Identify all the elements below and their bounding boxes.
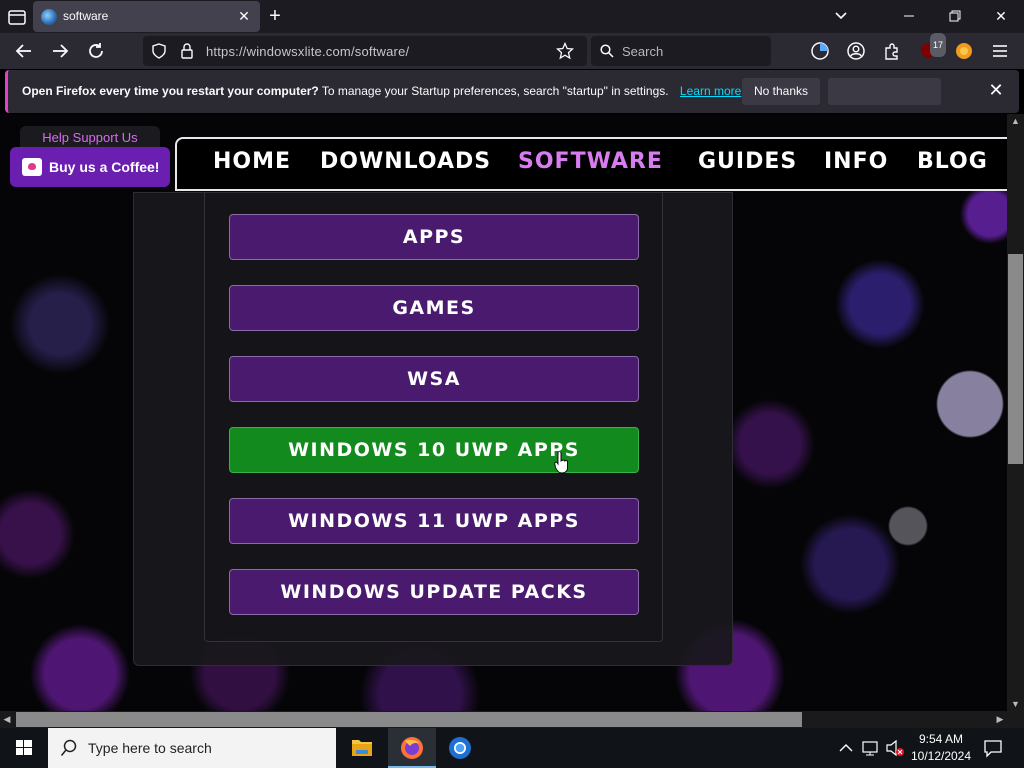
extensions-icon[interactable] [880,39,904,63]
network-icon[interactable] [860,728,882,768]
nav-software[interactable]: SOFTWARE [518,149,663,174]
start-button[interactable] [0,728,48,768]
close-tab-icon[interactable]: ✕ [236,8,252,24]
windows-taskbar: Type here to search 9:54 AM 10/12/2024 [0,728,1024,768]
windows-logo-icon [16,740,32,755]
tab-title: software [63,9,109,23]
notification-message: Open Firefox every time you restart your… [22,84,741,98]
new-tab-button[interactable]: + [264,6,286,28]
horizontal-scroll-thumb[interactable] [16,712,802,727]
clock-time: 9:54 AM [918,732,964,746]
scroll-right-arrow-icon[interactable]: ▶ [993,711,1007,728]
software-panel: APPS GAMES WSA WINDOWS 10 UWP APPS WINDO… [133,192,733,666]
show-hidden-icons-chevron-icon[interactable] [836,728,856,768]
system-clock[interactable]: 9:54 AM 10/12/2024 [906,731,976,765]
site-favicon-icon [41,9,57,25]
scroll-down-arrow-icon[interactable]: ▼ [1007,697,1024,711]
search-icon [600,44,614,58]
nav-downloads[interactable]: DOWNLOADS [320,149,491,174]
bookmark-star-icon[interactable] [556,42,574,60]
volume-muted-icon[interactable] [884,728,906,768]
category-update-packs-button[interactable]: WINDOWS UPDATE PACKS [229,569,639,615]
menu-hamburger-icon[interactable] [988,39,1012,63]
account-icon[interactable] [844,39,868,63]
web-page: Help Support Us Buy us a Coffee! HOME DO… [0,114,1007,711]
scroll-up-arrow-icon[interactable]: ▲ [1007,114,1024,128]
notification-text: To manage your Startup preferences, sear… [321,84,669,98]
taskbar-search-placeholder: Type here to search [88,740,212,756]
category-apps-button[interactable]: APPS [229,214,639,260]
close-notification-icon[interactable]: ✕ [985,79,1007,101]
tab-list-button[interactable] [6,6,28,28]
category-wsa-button[interactable]: WSA [229,356,639,402]
category-games-button[interactable]: GAMES [229,285,639,331]
notification-action-button[interactable] [828,78,941,105]
search-placeholder: Search [622,44,664,59]
firefox-icon [401,737,423,759]
close-window-button[interactable]: ✕ [989,5,1013,27]
navigation-toolbar: https://windowsxlite.com/software/ Searc… [0,33,1024,69]
category-list: APPS GAMES WSA WINDOWS 10 UWP APPS WINDO… [204,193,663,642]
reload-button[interactable] [84,39,108,63]
buy-coffee-button[interactable]: Buy us a Coffee! [10,147,170,187]
taskbar-search-box[interactable]: Type here to search [48,728,336,768]
site-main-nav: HOME DOWNLOADS SOFTWARE GUIDES INFO BLOG [175,137,1007,191]
url-text[interactable]: https://windowsxlite.com/software/ [206,44,409,59]
tab-strip: software ✕ + ✕ [0,0,1024,33]
nav-blog[interactable]: BLOG [917,149,988,174]
horizontal-scrollbar[interactable]: ◀ ▶ [0,711,1007,728]
history-icon[interactable] [808,39,832,63]
list-all-tabs-chevron-icon[interactable] [829,5,853,27]
extension-badge: 17 [929,33,946,57]
ublock-extension-icon[interactable]: 17 [916,33,946,63]
forward-button[interactable] [48,39,72,63]
scrollbar-corner [1007,711,1024,728]
hand-cursor-icon [554,452,568,474]
reload-icon [89,43,103,58]
chromium-app[interactable] [436,728,484,768]
address-bar[interactable]: https://windowsxlite.com/software/ [143,36,587,66]
scroll-left-arrow-icon[interactable]: ◀ [0,711,14,728]
back-arrow-icon [15,44,31,58]
search-icon [60,739,77,756]
file-explorer-app[interactable] [338,728,386,768]
folder-icon [352,740,372,756]
learn-more-link[interactable]: Learn more [680,84,741,98]
screen: software ✕ + ✕ https://windowsxlite.com/… [0,0,1024,768]
notifications-icon[interactable] [978,728,1008,768]
no-thanks-button[interactable]: No thanks [742,78,820,105]
nav-info[interactable]: INFO [824,149,888,174]
search-bar[interactable]: Search [591,36,771,66]
tab-list-icon [8,10,26,25]
browser-app-icon [449,737,471,759]
vertical-scrollbar[interactable]: ▲ ▼ [1007,114,1024,711]
category-windows10-uwp-button[interactable]: WINDOWS 10 UWP APPS [229,427,639,473]
notification-question: Open Firefox every time you restart your… [22,84,319,98]
buy-coffee-label: Buy us a Coffee! [49,159,160,175]
firefox-profile-icon[interactable] [952,39,976,63]
vertical-scroll-thumb[interactable] [1008,254,1023,464]
lock-icon[interactable] [180,43,194,59]
restore-button[interactable] [943,5,967,27]
coffee-cup-icon [22,158,42,176]
browser-tab[interactable]: software ✕ [33,1,260,32]
nav-guides[interactable]: GUIDES [698,149,797,174]
clock-date: 10/12/2024 [910,749,972,763]
minimize-button[interactable] [897,5,921,27]
forward-arrow-icon [53,44,69,58]
startup-notification-bar: Open Firefox every time you restart your… [5,70,1019,113]
back-button[interactable] [12,39,36,63]
firefox-app[interactable] [388,728,436,768]
category-windows11-uwp-button[interactable]: WINDOWS 11 UWP APPS [229,498,639,544]
nav-home[interactable]: HOME [213,149,291,174]
shield-icon[interactable] [151,43,167,59]
